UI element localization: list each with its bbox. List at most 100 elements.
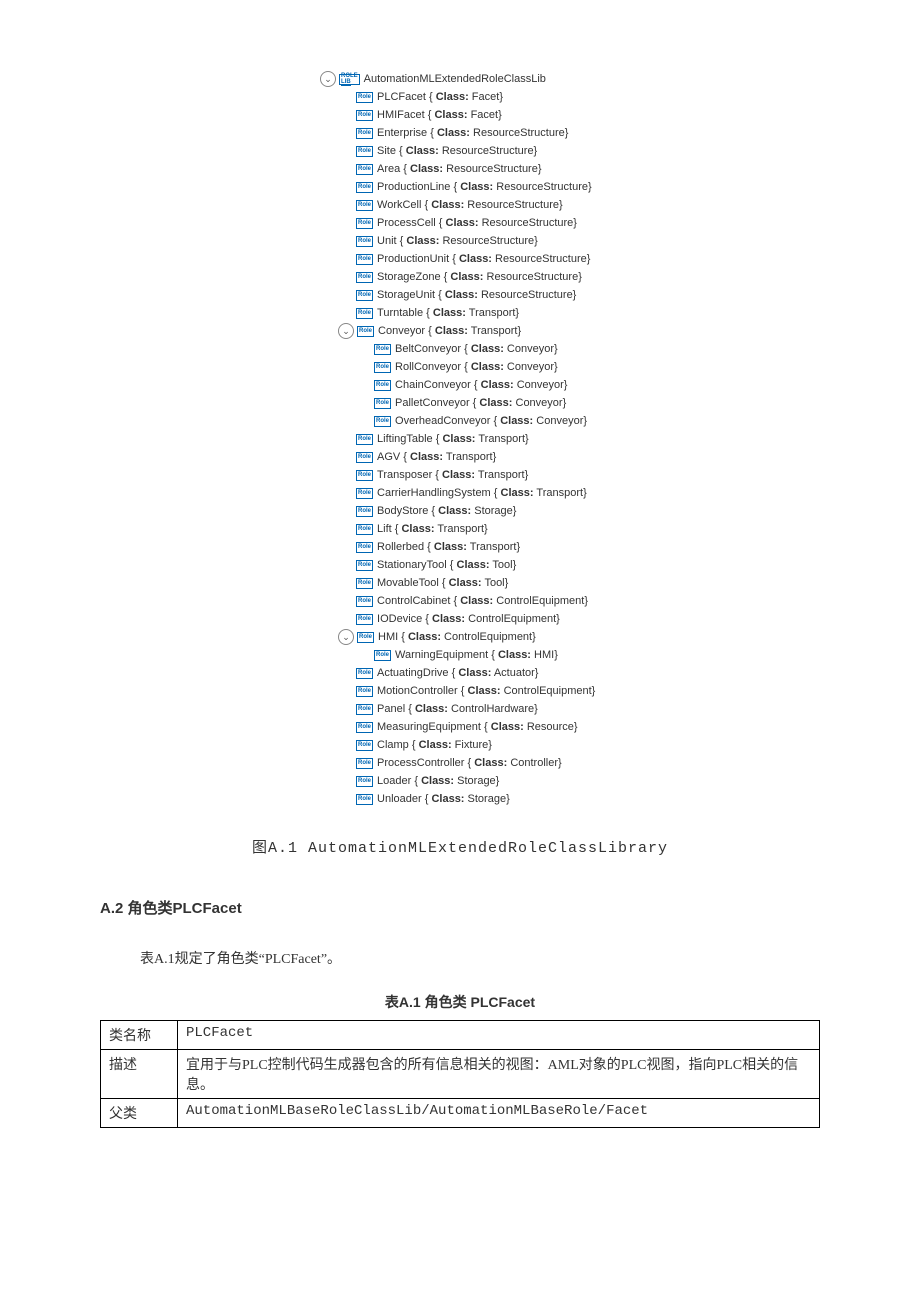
tree-item[interactable]: Role ProcessCell { Class: ResourceStruct…	[338, 214, 880, 232]
tree-item[interactable]: Role MovableTool { Class: Tool}	[338, 574, 880, 592]
role-badge-icon: Role	[356, 488, 373, 499]
tree-item[interactable]: Role CarrierHandlingSystem { Class: Tran…	[338, 484, 880, 502]
tree-item-label: Loader { Class: Storage}	[377, 775, 499, 787]
tree-item[interactable]: ⌄ Role HMI { Class: ControlEquipment}	[338, 628, 880, 646]
role-badge-icon: Role	[357, 632, 374, 643]
chevron-down-icon[interactable]: ⌄	[338, 629, 354, 645]
tree-item[interactable]: Role MeasuringEquipment { Class: Resourc…	[338, 718, 880, 736]
chevron-down-icon[interactable]: ⌄	[338, 323, 354, 339]
tree-item-label: StationaryTool { Class: Tool}	[377, 559, 516, 571]
role-badge-icon: Role	[356, 308, 373, 319]
tree-item[interactable]: Role Enterprise { Class: ResourceStructu…	[338, 124, 880, 142]
role-badge-icon: Role	[356, 146, 373, 157]
tree-item-label: Unloader { Class: Storage}	[377, 793, 510, 805]
tree-item[interactable]: Role ProductionLine { Class: ResourceStr…	[338, 178, 880, 196]
role-badge-icon: Role	[374, 398, 391, 409]
role-tree: ⌄ ROLELIB AutomationMLExtendedRoleClassL…	[320, 70, 880, 808]
tree-item[interactable]: RoleBeltConveyor { Class: Conveyor}	[356, 340, 880, 358]
role-badge-icon: Role	[374, 362, 391, 373]
tree-item-label: MeasuringEquipment { Class: Resource}	[377, 721, 578, 733]
tree-item-label: WarningEquipment { Class: HMI}	[395, 649, 558, 661]
tree-item[interactable]: RoleOverheadConveyor { Class: Conveyor}	[356, 412, 880, 430]
role-badge-icon: Role	[356, 524, 373, 535]
tree-item[interactable]: Role WorkCell { Class: ResourceStructure…	[338, 196, 880, 214]
role-badge-icon: Role	[356, 722, 373, 733]
tree-item[interactable]: Role Unloader { Class: Storage}	[338, 790, 880, 808]
tree-item[interactable]: Role PLCFacet { Class: Facet}	[338, 88, 880, 106]
tree-item[interactable]: Role IODevice { Class: ControlEquipment}	[338, 610, 880, 628]
tree-item[interactable]: Role Turntable { Class: Transport}	[338, 304, 880, 322]
tree-item-label: PalletConveyor { Class: Conveyor}	[395, 397, 566, 409]
tree-item[interactable]: Role WarningEquipment { Class: HMI}	[356, 646, 880, 664]
definition-table: 类名称 PLCFacet 描述 宜用于与PLC控制代码生成器包含的所有信息相关的…	[100, 1020, 820, 1128]
table-key: 描述	[101, 1050, 178, 1099]
tree-item[interactable]: Role Transposer { Class: Transport}	[338, 466, 880, 484]
tree-item[interactable]: Role MotionController { Class: ControlEq…	[338, 682, 880, 700]
tree-item-label: PLCFacet { Class: Facet}	[377, 91, 503, 103]
tree-item[interactable]: Role LiftingTable { Class: Transport}	[338, 430, 880, 448]
tree-item-label: Rollerbed { Class: Transport}	[377, 541, 520, 553]
tree-item-label: ControlCabinet { Class: ControlEquipment…	[377, 595, 588, 607]
table-value: AutomationMLBaseRoleClassLib/AutomationM…	[178, 1099, 820, 1128]
tree-item-label: WorkCell { Class: ResourceStructure}	[377, 199, 563, 211]
tree-item-label: IODevice { Class: ControlEquipment}	[377, 613, 560, 625]
tree-item[interactable]: Role Lift { Class: Transport}	[338, 520, 880, 538]
table-key: 类名称	[101, 1021, 178, 1050]
tree-item[interactable]: Role Area { Class: ResourceStructure}	[338, 160, 880, 178]
tree-item[interactable]: Role ControlCabinet { Class: ControlEqui…	[338, 592, 880, 610]
tree-root[interactable]: ⌄ ROLELIB AutomationMLExtendedRoleClassL…	[320, 70, 880, 88]
role-badge-icon: Role	[356, 668, 373, 679]
tree-item-label: Area { Class: ResourceStructure}	[377, 163, 542, 175]
paragraph-text: 表A.1规定了角色类“PLCFacet”。	[140, 948, 880, 968]
tree-item[interactable]: Role Panel { Class: ControlHardware}	[338, 700, 880, 718]
tree-item[interactable]: Role Site { Class: ResourceStructure}	[338, 142, 880, 160]
role-badge-icon: Role	[356, 560, 373, 571]
tree-item[interactable]: Role ProcessController { Class: Controll…	[338, 754, 880, 772]
tree-item[interactable]: Role StationaryTool { Class: Tool}	[338, 556, 880, 574]
tree-item-label: ProductionUnit { Class: ResourceStructur…	[377, 253, 590, 265]
tree-item[interactable]: Role AGV { Class: Transport}	[338, 448, 880, 466]
table-row: 描述 宜用于与PLC控制代码生成器包含的所有信息相关的视图：AML对象的PLC视…	[101, 1050, 820, 1099]
tree-item[interactable]: Role StorageZone { Class: ResourceStruct…	[338, 268, 880, 286]
tree-item[interactable]: Role PalletConveyor { Class: Conveyor}	[356, 394, 880, 412]
tree-item-label: LiftingTable { Class: Transport}	[377, 433, 529, 445]
role-badge-icon: Role	[356, 434, 373, 445]
role-badge-icon: Role	[356, 452, 373, 463]
tree-item[interactable]: Role RollConveyor { Class: Conveyor}	[356, 358, 880, 376]
tree-item-label: HMIFacet { Class: Facet}	[377, 109, 502, 121]
tree-item[interactable]: Role ActuatingDrive { Class: Actuator}	[338, 664, 880, 682]
role-badge-icon: Role	[356, 758, 373, 769]
tree-item[interactable]: Role ProductionUnit { Class: ResourceStr…	[338, 250, 880, 268]
tree-item[interactable]: Role Unit { Class: ResourceStructure}	[338, 232, 880, 250]
tree-item[interactable]: Role Clamp { Class: Fixture}	[338, 736, 880, 754]
role-badge-icon: Role	[356, 128, 373, 139]
tree-item[interactable]: ⌄ Role Conveyor { Class: Transport}	[338, 322, 880, 340]
role-badge-icon: Role	[356, 290, 373, 301]
role-badge-icon: Role	[374, 650, 391, 661]
role-badge-icon: Role	[356, 614, 373, 625]
table-value: 宜用于与PLC控制代码生成器包含的所有信息相关的视图：AML对象的PLC视图，指…	[178, 1050, 820, 1099]
tree-item[interactable]: Role Loader { Class: Storage}	[338, 772, 880, 790]
role-badge-icon: Role	[356, 686, 373, 697]
tree-item[interactable]: Role StorageUnit { Class: ResourceStruct…	[338, 286, 880, 304]
tree-item[interactable]: Role Rollerbed { Class: Transport}	[338, 538, 880, 556]
tree-item[interactable]: Role BodyStore { Class: Storage}	[338, 502, 880, 520]
chevron-down-icon[interactable]: ⌄	[320, 71, 336, 87]
tree-item-label: Enterprise { Class: ResourceStructure}	[377, 127, 568, 139]
tree-item[interactable]: Role HMIFacet { Class: Facet}	[338, 106, 880, 124]
role-badge-icon: Role	[356, 200, 373, 211]
tree-item[interactable]: RoleChainConveyor { Class: Conveyor}	[356, 376, 880, 394]
tree-item-label: MotionController { Class: ControlEquipme…	[377, 685, 595, 697]
tree-item-label: RollConveyor { Class: Conveyor}	[395, 361, 558, 373]
tree-item-label: Turntable { Class: Transport}	[377, 307, 519, 319]
tree-item-label: Transposer { Class: Transport}	[377, 469, 528, 481]
table-key: 父类	[101, 1099, 178, 1128]
tree-item-label: Panel { Class: ControlHardware}	[377, 703, 538, 715]
role-badge-icon: Role	[356, 272, 373, 283]
tree-item-label: ProcessController { Class: Controller}	[377, 757, 562, 769]
tree-item-label: CarrierHandlingSystem { Class: Transport…	[377, 487, 587, 499]
tree-item-label: StorageUnit { Class: ResourceStructure}	[377, 289, 576, 301]
role-badge-icon: Role	[356, 704, 373, 715]
tree-item-label: Unit { Class: ResourceStructure}	[377, 235, 538, 247]
role-badge-icon: Role	[356, 596, 373, 607]
